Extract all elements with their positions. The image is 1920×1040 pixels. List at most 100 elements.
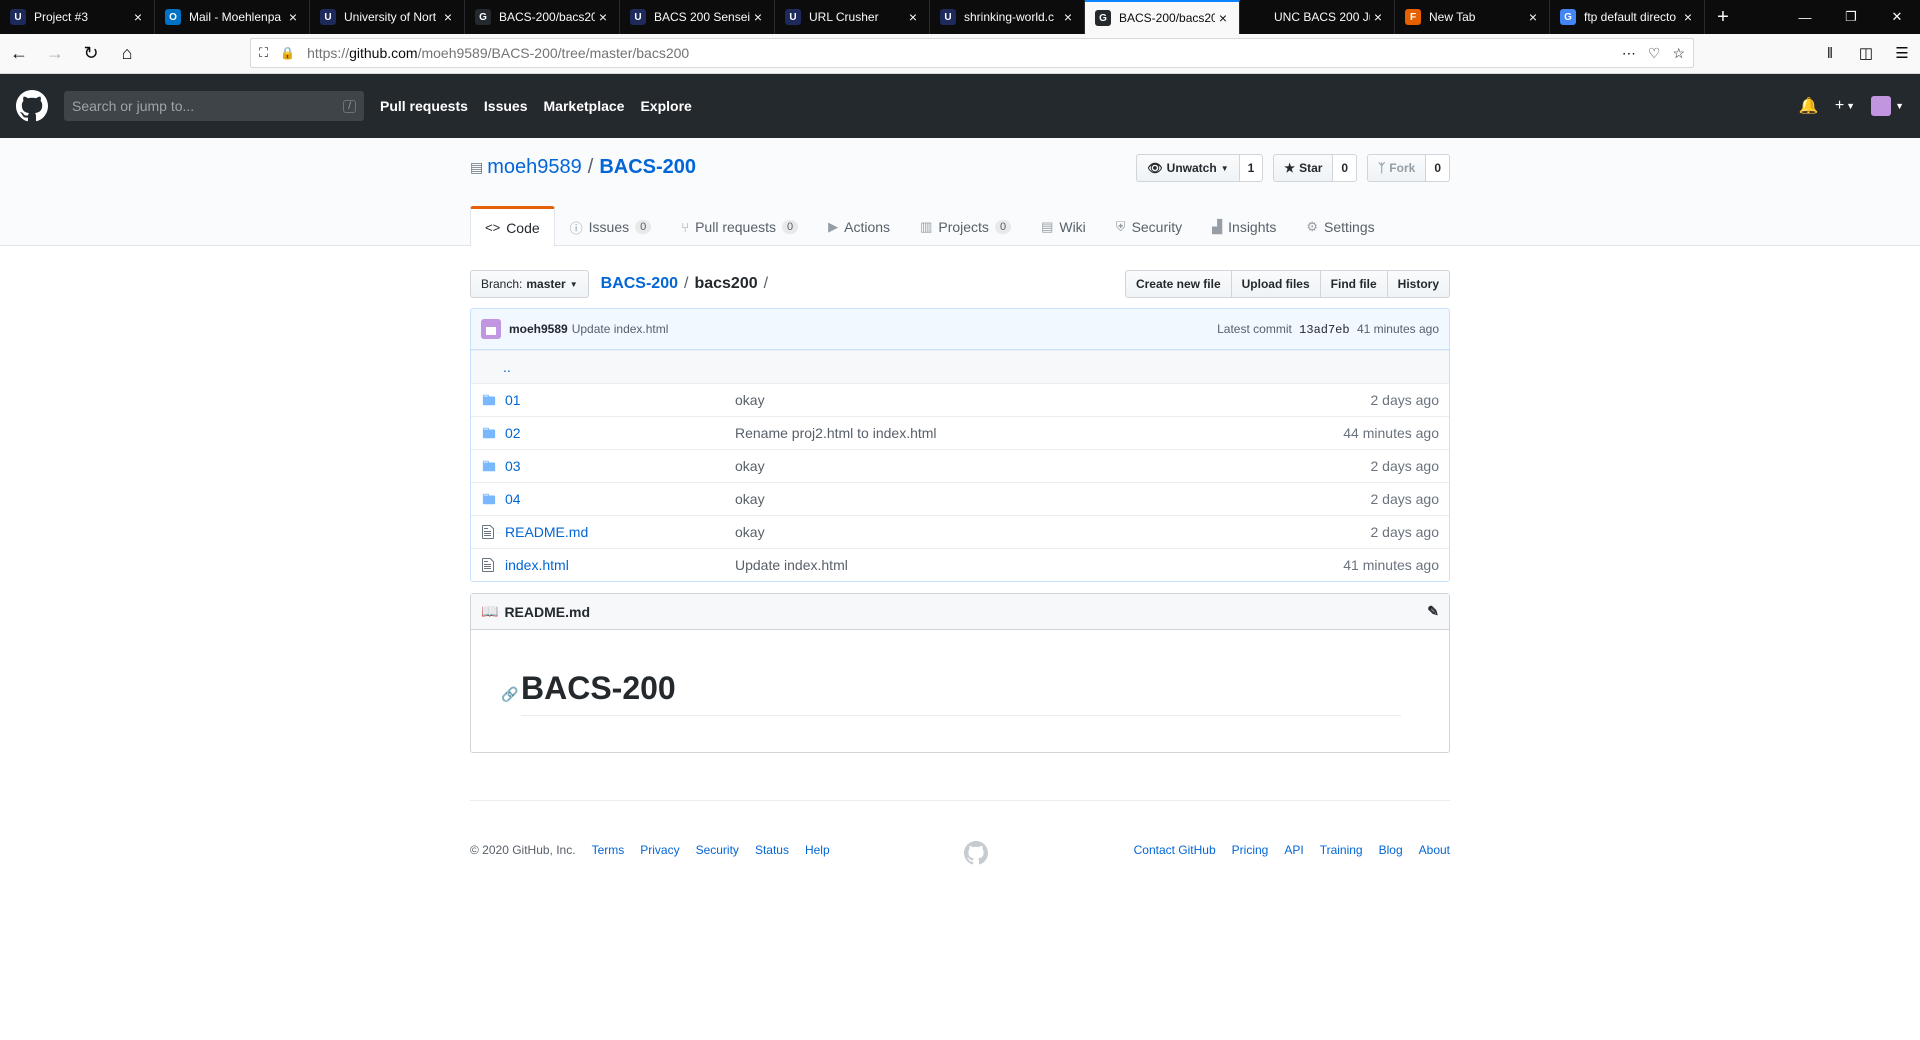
parent-directory-link[interactable]: .. [503, 359, 511, 375]
close-icon[interactable]: × [130, 9, 146, 25]
history-button[interactable]: History [1386, 270, 1450, 298]
file-name-link[interactable]: 04 [505, 491, 735, 507]
footer-link[interactable]: API [1284, 843, 1303, 857]
close-icon[interactable]: × [595, 9, 611, 25]
footer-link[interactable]: Blog [1379, 843, 1403, 857]
fork-button[interactable]: ᛉ Fork [1367, 154, 1427, 182]
footer-link[interactable]: Training [1320, 843, 1363, 857]
file-name-link[interactable]: README.md [505, 524, 735, 540]
file-commit-message-link[interactable]: Update index.html [735, 557, 1343, 573]
tab-projects[interactable]: ▥ Projects 0 [905, 206, 1026, 246]
file-commit-message-link[interactable]: Rename proj2.html to index.html [735, 425, 1343, 441]
forward-button[interactable]: → [38, 38, 72, 70]
tab-code[interactable]: <> Code [470, 206, 555, 247]
browser-tab[interactable]: U University of Nort × [310, 0, 465, 34]
footer-link[interactable]: Status [755, 843, 789, 857]
close-icon[interactable]: × [905, 9, 921, 25]
tab-security[interactable]: ⛨ Security [1101, 206, 1197, 246]
header-nav-link[interactable]: Explore [640, 98, 691, 114]
close-icon[interactable]: × [285, 9, 301, 25]
branch-select-button[interactable]: Branch: master ▼ [470, 270, 589, 298]
commit-sha-link[interactable]: 13ad7eb [1299, 323, 1349, 337]
footer-link[interactable]: Security [696, 843, 739, 857]
restore-button[interactable]: ❐ [1828, 0, 1874, 34]
header-nav-link[interactable]: Issues [484, 98, 528, 114]
breadcrumb-root-link[interactable]: BACS-200 [601, 275, 678, 293]
commit-author-link[interactable]: moeh9589 [509, 322, 568, 336]
tab-insights[interactable]: ▟ Insights [1197, 206, 1291, 246]
github-logo-icon[interactable] [964, 841, 988, 865]
close-icon[interactable]: × [1215, 10, 1231, 26]
browser-tab[interactable]: U Project #3 × [0, 0, 155, 34]
page-actions-icon[interactable]: ⋯ [1622, 45, 1636, 62]
browser-tab[interactable]: G BACS-200/bacs20 × [465, 0, 620, 34]
user-menu-dropdown[interactable]: ▼ [1871, 96, 1904, 116]
create-new-file-button[interactable]: Create new file [1124, 270, 1232, 298]
tab-issues[interactable]: ⓘ Issues 0 [555, 206, 667, 246]
watch-count[interactable]: 1 [1239, 154, 1264, 182]
footer-link[interactable]: About [1419, 843, 1450, 857]
browser-tab[interactable]: Ushrinking-world.c × [930, 0, 1085, 34]
tab-settings[interactable]: ⚙ Settings [1291, 206, 1389, 246]
footer-link[interactable]: Contact GitHub [1134, 843, 1216, 857]
file-commit-message-link[interactable]: okay [735, 491, 1371, 507]
back-button[interactable]: ← [2, 38, 36, 70]
file-name-link[interactable]: 01 [505, 392, 735, 408]
fork-count[interactable]: 0 [1426, 154, 1450, 182]
pencil-icon[interactable]: ✎ [1427, 603, 1439, 620]
address-bar[interactable]: ⛶ 🔒 https://github.com/moeh9589/BACS-200… [250, 38, 1694, 68]
library-icon[interactable]: ‖ [1812, 38, 1848, 68]
browser-tab[interactable]: F New Tab × [1395, 0, 1550, 34]
close-icon[interactable]: × [1060, 9, 1076, 25]
tab-actions[interactable]: ▶ Actions [813, 206, 905, 246]
parent-directory-row[interactable]: .. [471, 350, 1449, 383]
minimize-button[interactable]: — [1782, 0, 1828, 34]
github-logo-icon[interactable] [16, 90, 48, 122]
search-input[interactable]: Search or jump to... / [64, 91, 364, 121]
header-nav-link[interactable]: Pull requests [380, 98, 468, 114]
browser-tab[interactable]: O Mail - Moehlenpa × [155, 0, 310, 34]
bell-icon[interactable]: 🔔 [1799, 96, 1819, 116]
star-button[interactable]: ★ Star [1273, 154, 1334, 182]
browser-tab[interactable]: Gftp default directo × [1550, 0, 1705, 34]
upload-files-button[interactable]: Upload files [1230, 270, 1321, 298]
repo-owner-link[interactable]: moeh9589 [487, 156, 582, 179]
tab-pull-requests[interactable]: ⑂ Pull requests 0 [666, 206, 813, 246]
file-commit-message-link[interactable]: okay [735, 392, 1371, 408]
close-icon[interactable]: × [440, 9, 456, 25]
unwatch-button[interactable]: 👁 Unwatch ▼ [1136, 154, 1240, 182]
browser-tab[interactable]: G BACS-200/bacs20 × [1085, 0, 1240, 34]
footer-link[interactable]: Terms [592, 843, 625, 857]
sidebar-icon[interactable]: ◫ [1848, 38, 1884, 68]
browser-tab[interactable]: UNC BACS 200 Justin× [1240, 0, 1395, 34]
repo-name-link[interactable]: BACS-200 [599, 156, 696, 179]
file-name-link[interactable]: 02 [505, 425, 735, 441]
file-name-link[interactable]: index.html [505, 557, 735, 573]
close-icon[interactable]: × [1370, 9, 1386, 25]
commit-message-link[interactable]: Update index.html [572, 322, 669, 336]
close-icon[interactable]: × [1525, 9, 1541, 25]
pocket-icon[interactable]: ♡ [1648, 45, 1661, 62]
find-file-button[interactable]: Find file [1319, 270, 1388, 298]
close-window-button[interactable]: ✕ [1874, 0, 1920, 34]
browser-tab[interactable]: U URL Crusher × [775, 0, 930, 34]
footer-link[interactable]: Pricing [1232, 843, 1269, 857]
url-text[interactable]: https://github.com/moeh9589/BACS-200/tre… [307, 45, 1610, 61]
tracking-protection-icon[interactable]: ⛶ [259, 45, 268, 61]
file-name-link[interactable]: 03 [505, 458, 735, 474]
file-commit-message-link[interactable]: okay [735, 458, 1371, 474]
browser-tab[interactable]: U BACS 200 Sensei × [620, 0, 775, 34]
menu-icon[interactable]: ☰ [1884, 38, 1920, 68]
footer-link[interactable]: Privacy [640, 843, 679, 857]
star-count[interactable]: 0 [1333, 154, 1358, 182]
avatar[interactable] [481, 319, 501, 339]
reload-button[interactable]: ↻ [74, 38, 108, 70]
lock-icon[interactable]: 🔒 [280, 46, 295, 60]
anchor-link-icon[interactable]: 🔗 [501, 686, 518, 703]
create-new-dropdown[interactable]: + ▼ [1835, 97, 1855, 115]
home-button[interactable]: ⌂ [110, 38, 144, 70]
footer-link[interactable]: Help [805, 843, 830, 857]
close-icon[interactable]: × [750, 9, 766, 25]
tab-wiki[interactable]: ▤ Wiki [1026, 206, 1101, 246]
bookmark-star-icon[interactable]: ☆ [1672, 45, 1685, 62]
